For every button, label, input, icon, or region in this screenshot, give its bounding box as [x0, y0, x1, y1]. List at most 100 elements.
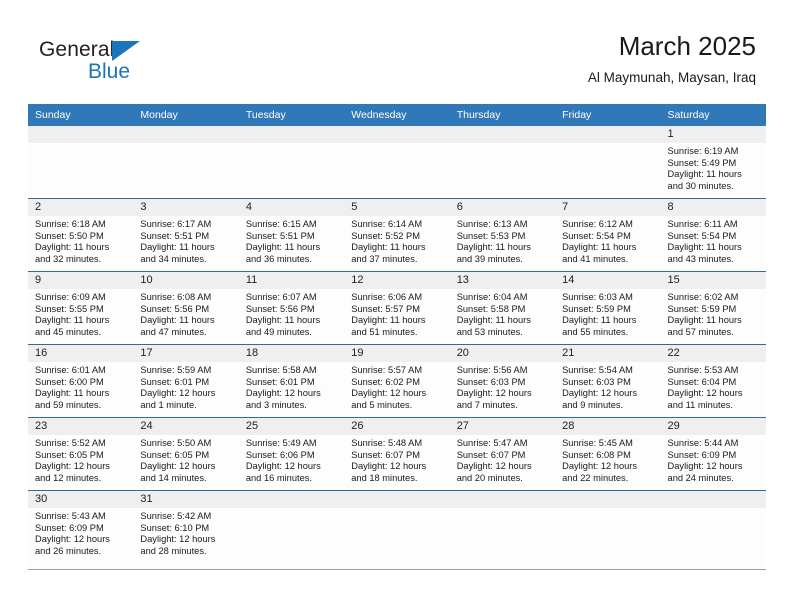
day-number: 4	[238, 199, 345, 216]
sunrise-text: Sunrise: 5:57 AM	[351, 365, 423, 375]
general-blue-logo[interactable]: General Blue	[39, 38, 179, 86]
calendar-day-cell[interactable]: 18 Sunrise: 5:58 AM Sunset: 6:01 PM Dayligh…	[238, 344, 345, 418]
day-details: Sunrise: 5:50 AM Sunset: 6:05 PM Daylight:…	[133, 435, 238, 484]
daylight-text-line2: and 22 minutes.	[562, 472, 629, 483]
day-number: 8	[660, 199, 766, 216]
calendar-day-cell[interactable]: 23 Sunrise: 5:52 AM Sunset: 6:05 PM Dayligh…	[28, 417, 134, 491]
sunset-text: Sunset: 6:07 PM	[456, 449, 526, 460]
day-details: Sunrise: 5:53 AM Sunset: 6:04 PM Daylight:…	[661, 362, 766, 411]
sunset-text: Sunset: 5:50 PM	[35, 230, 104, 241]
day-number: 18	[238, 345, 345, 362]
day-details: Sunrise: 5:43 AM Sunset: 6:09 PM Daylight:…	[28, 508, 133, 557]
calendar-empty-cell	[238, 490, 345, 570]
calendar-day-cell[interactable]: 10 Sunrise: 6:08 AM Sunset: 5:56 PM Dayligh…	[133, 271, 239, 345]
day-number: 5	[344, 199, 450, 216]
calendar-day-cell[interactable]: 31 Sunrise: 5:42 AM Sunset: 6:10 PM Dayligh…	[133, 490, 239, 570]
calendar-empty-cell	[555, 490, 661, 570]
calendar-day-cell[interactable]: 12 Sunrise: 6:06 AM Sunset: 5:57 PM Dayligh…	[344, 271, 450, 345]
daylight-text-line2: and 37 minutes.	[351, 253, 418, 264]
sunrise-text: Sunrise: 5:53 AM	[667, 365, 739, 375]
calendar-day-cell[interactable]: 28 Sunrise: 5:45 AM Sunset: 6:08 PM Dayligh…	[555, 417, 661, 491]
calendar-day-cell[interactable]: 27 Sunrise: 5:47 AM Sunset: 6:07 PM Dayligh…	[449, 417, 556, 491]
daylight-text-line1: Daylight: 11 hours	[35, 242, 110, 253]
calendar-empty-cell	[344, 126, 450, 199]
calendar-day-cell[interactable]: 9 Sunrise: 6:09 AM Sunset: 5:55 PM Daylight…	[28, 271, 134, 345]
calendar-day-cell[interactable]: 1 Sunrise: 6:19 AM Sunset: 5:49 PM Daylight…	[660, 126, 766, 199]
daylight-text-line1: Daylight: 11 hours	[245, 315, 321, 326]
daylight-text-line1: Daylight: 11 hours	[456, 242, 531, 253]
day-number	[238, 126, 345, 143]
daylight-text-line1: Daylight: 12 hours	[667, 388, 743, 399]
daylight-text-line1: Daylight: 11 hours	[667, 315, 742, 326]
weekday-header-friday: Friday	[555, 104, 661, 126]
daylight-text-line2: and 36 minutes.	[245, 253, 312, 264]
calendar-day-cell[interactable]: 3 Sunrise: 6:17 AM Sunset: 5:51 PM Daylight…	[133, 198, 239, 272]
calendar-day-cell[interactable]: 8 Sunrise: 6:11 AM Sunset: 5:54 PM Daylight…	[660, 198, 766, 272]
sunrise-text: Sunrise: 6:03 AM	[562, 292, 633, 302]
daylight-text-line1: Daylight: 11 hours	[35, 315, 110, 326]
calendar-day-cell[interactable]: 5 Sunrise: 6:14 AM Sunset: 5:52 PM Daylight…	[344, 198, 450, 272]
day-number: 19	[344, 345, 450, 362]
calendar-day-cell[interactable]: 29 Sunrise: 5:44 AM Sunset: 6:09 PM Dayligh…	[660, 417, 766, 491]
calendar-day-cell[interactable]: 15 Sunrise: 6:02 AM Sunset: 5:59 PM Dayligh…	[660, 271, 766, 345]
day-number: 28	[555, 418, 661, 435]
weekday-header-thursday: Thursday	[449, 104, 556, 126]
calendar-empty-cell	[555, 126, 661, 199]
day-number: 22	[660, 345, 766, 362]
day-number: 13	[449, 272, 556, 289]
daylight-text-line1: Daylight: 12 hours	[562, 461, 638, 472]
calendar-day-cell[interactable]: 24 Sunrise: 5:50 AM Sunset: 6:05 PM Dayligh…	[133, 417, 239, 491]
sunrise-text: Sunrise: 5:43 AM	[35, 511, 106, 521]
calendar-day-cell[interactable]: 26 Sunrise: 5:48 AM Sunset: 6:07 PM Dayligh…	[344, 417, 450, 491]
calendar-day-cell[interactable]: 13 Sunrise: 6:04 AM Sunset: 5:58 PM Dayligh…	[449, 271, 556, 345]
calendar-day-cell[interactable]: 17 Sunrise: 5:59 AM Sunset: 6:01 PM Dayligh…	[133, 344, 239, 418]
calendar-day-cell[interactable]: 11 Sunrise: 6:07 AM Sunset: 5:56 PM Dayligh…	[238, 271, 345, 345]
calendar-day-cell[interactable]: 7 Sunrise: 6:12 AM Sunset: 5:54 PM Daylight…	[555, 198, 661, 272]
daylight-text-line2: and 34 minutes.	[140, 253, 207, 264]
calendar-day-cell[interactable]: 16 Sunrise: 6:01 AM Sunset: 6:00 PM Dayligh…	[28, 344, 134, 418]
calendar-day-cell[interactable]: 19 Sunrise: 5:57 AM Sunset: 6:02 PM Dayligh…	[344, 344, 450, 418]
day-number: 14	[555, 272, 661, 289]
calendar-day-cell[interactable]: 2 Sunrise: 6:18 AM Sunset: 5:50 PM Daylight…	[28, 198, 134, 272]
day-details: Sunrise: 6:02 AM Sunset: 5:59 PM Daylight:…	[661, 289, 766, 338]
calendar-day-cell[interactable]: 22 Sunrise: 5:53 AM Sunset: 6:04 PM Dayligh…	[660, 344, 766, 418]
daylight-text-line2: and 28 minutes.	[140, 545, 207, 556]
day-details: Sunrise: 6:07 AM Sunset: 5:56 PM Daylight:…	[239, 289, 344, 338]
day-details: Sunrise: 6:12 AM Sunset: 5:54 PM Daylight:…	[555, 216, 660, 265]
sunset-text: Sunset: 5:51 PM	[140, 230, 210, 241]
weekday-header-tuesday: Tuesday	[238, 104, 345, 126]
daylight-text-line2: and 18 minutes.	[351, 472, 418, 483]
daylight-text-line2: and 20 minutes.	[456, 472, 523, 483]
calendar-day-cell[interactable]: 20 Sunrise: 5:56 AM Sunset: 6:03 PM Dayligh…	[449, 344, 556, 418]
sunset-text: Sunset: 6:04 PM	[667, 376, 737, 387]
day-details: Sunrise: 6:06 AM Sunset: 5:57 PM Daylight:…	[344, 289, 449, 338]
day-number: 29	[660, 418, 766, 435]
daylight-text-line1: Daylight: 11 hours	[140, 242, 215, 253]
calendar-day-cell[interactable]: 25 Sunrise: 5:49 AM Sunset: 6:06 PM Dayligh…	[238, 417, 345, 491]
daylight-text-line1: Daylight: 12 hours	[245, 388, 321, 399]
sunrise-text: Sunrise: 6:08 AM	[140, 292, 212, 302]
sunset-text: Sunset: 6:01 PM	[245, 376, 315, 387]
calendar-day-cell[interactable]: 6 Sunrise: 6:13 AM Sunset: 5:53 PM Daylight…	[449, 198, 556, 272]
day-number: 9	[28, 272, 134, 289]
weekday-header-saturday: Saturday	[660, 104, 766, 126]
day-details: Sunrise: 6:15 AM Sunset: 5:51 PM Daylight:…	[239, 216, 344, 265]
sunrise-text: Sunrise: 5:52 AM	[35, 438, 106, 448]
calendar-week-row: 2 Sunrise: 6:18 AM Sunset: 5:50 PM Daylight…	[28, 198, 766, 272]
sunset-text: Sunset: 5:56 PM	[245, 303, 315, 314]
daylight-text-line1: Daylight: 11 hours	[456, 315, 531, 326]
day-details: Sunrise: 5:54 AM Sunset: 6:03 PM Daylight:…	[555, 362, 660, 411]
sunrise-text: Sunrise: 6:09 AM	[35, 292, 106, 302]
day-details: Sunrise: 6:09 AM Sunset: 5:55 PM Daylight:…	[28, 289, 133, 338]
calendar-day-cell[interactable]: 14 Sunrise: 6:03 AM Sunset: 5:59 PM Dayligh…	[555, 271, 661, 345]
day-number: 25	[238, 418, 345, 435]
calendar-empty-cell	[133, 126, 239, 199]
calendar-day-cell[interactable]: 30 Sunrise: 5:43 AM Sunset: 6:09 PM Dayligh…	[28, 490, 134, 570]
calendar-day-cell[interactable]: 21 Sunrise: 5:54 AM Sunset: 6:03 PM Dayligh…	[555, 344, 661, 418]
daylight-text-line1: Daylight: 12 hours	[456, 461, 532, 472]
daylight-text-line1: Daylight: 11 hours	[351, 242, 426, 253]
daylight-text-line1: Daylight: 12 hours	[351, 388, 427, 399]
calendar-day-cell[interactable]: 4 Sunrise: 6:15 AM Sunset: 5:51 PM Daylight…	[238, 198, 345, 272]
day-details: Sunrise: 5:49 AM Sunset: 6:06 PM Daylight:…	[239, 435, 344, 484]
day-number: 20	[449, 345, 556, 362]
